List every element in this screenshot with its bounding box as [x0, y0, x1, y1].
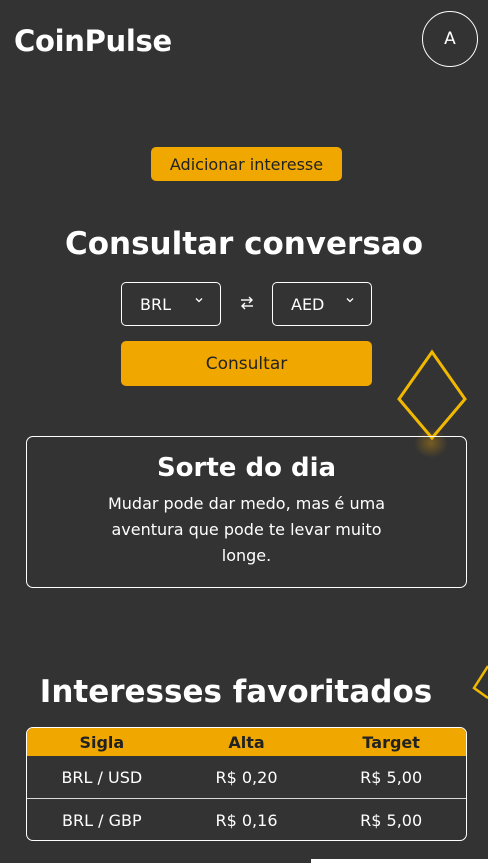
from-currency-value: BRL — [140, 294, 172, 314]
fortune-title: Sorte do dia — [156, 453, 337, 483]
chevron-down-icon — [346, 298, 354, 303]
fortune-card: Sorte do dia Mudar pode dar medo, mas é … — [26, 436, 467, 588]
table-cell: R$ 0,20 — [215, 767, 278, 787]
favorites-title: Interesses favoritados — [39, 674, 433, 710]
user-avatar[interactable]: A — [422, 11, 478, 67]
swap-icon[interactable] — [237, 293, 257, 313]
from-currency-select[interactable]: BRL — [121, 282, 221, 326]
table-header: Sigla Alta Target — [27, 728, 466, 756]
to-currency-value: AED — [291, 294, 325, 314]
table-row[interactable]: BRL / GBP R$ 0,16 R$ 5,00 — [27, 798, 466, 840]
app-logo[interactable]: CoinPulse — [14, 24, 172, 58]
fortune-text: Mudar pode dar medo, mas é uma aventura … — [107, 494, 386, 565]
to-currency-select[interactable]: AED — [272, 282, 372, 326]
column-header: Target — [362, 732, 420, 752]
favorites-table: Sigla Alta Target BRL / USD R$ 0,20 R$ 5… — [26, 727, 467, 841]
column-header: Alta — [228, 732, 265, 752]
table-cell: R$ 0,16 — [215, 810, 278, 830]
consult-button[interactable]: Consultar — [121, 341, 372, 386]
column-header: Sigla — [79, 732, 125, 752]
bottom-edge — [311, 859, 488, 863]
table-row[interactable]: BRL / USD R$ 0,20 R$ 5,00 — [27, 756, 466, 798]
table-cell: R$ 5,00 — [360, 767, 423, 787]
table-cell: R$ 5,00 — [360, 810, 423, 830]
table-cell: BRL / GBP — [62, 810, 142, 830]
add-interest-button[interactable]: Adicionar interesse — [151, 147, 342, 181]
table-cell: BRL / USD — [61, 767, 143, 787]
converter-title: Consultar conversao — [64, 226, 423, 262]
chevron-down-icon — [195, 298, 203, 303]
